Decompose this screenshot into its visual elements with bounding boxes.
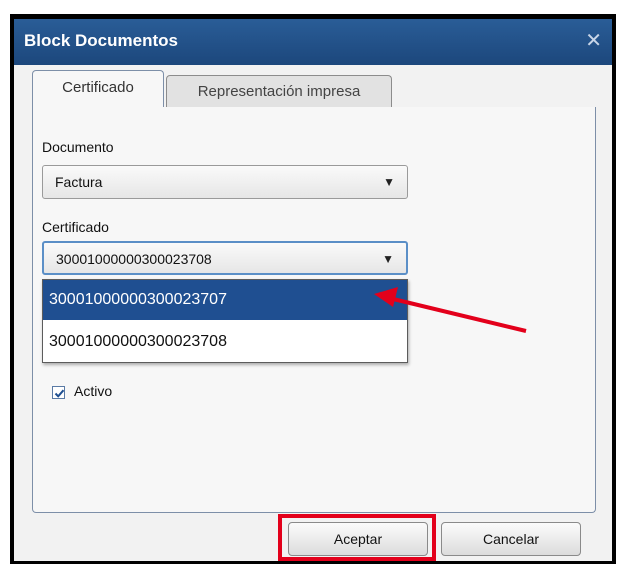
block-documentos-dialog: Block Documentos ✕ Representación impres… [14, 19, 612, 561]
annotation-arrow-icon [374, 287, 527, 333]
